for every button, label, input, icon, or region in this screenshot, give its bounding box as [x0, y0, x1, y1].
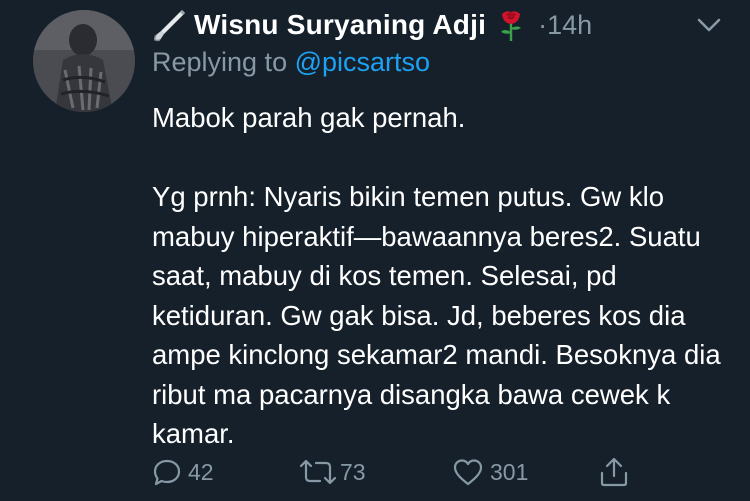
retweet-button[interactable]: 73: [298, 452, 366, 492]
retweet-count: 73: [340, 458, 366, 485]
reply-count: 42: [188, 458, 214, 485]
share-icon: [600, 457, 628, 487]
action-bar: 42 73 301: [152, 452, 742, 492]
share-button[interactable]: [598, 452, 630, 492]
tweet-header: Wisnu Suryaning Adji ·14h: [152, 2, 592, 48]
tweet-text: Mabok parah gak pernah. Yg prnh: Nyaris …: [152, 102, 721, 449]
rose-icon: [501, 11, 522, 41]
heart-icon: [453, 459, 483, 486]
retweet-icon: [299, 459, 337, 485]
avatar[interactable]: [33, 10, 135, 112]
chevron-down-icon[interactable]: [694, 12, 724, 38]
like-count: 301: [490, 458, 529, 485]
timestamp[interactable]: ·14h: [538, 10, 592, 41]
reply-button[interactable]: 42: [152, 452, 214, 492]
display-name[interactable]: Wisnu Suryaning Adji: [194, 9, 486, 41]
paintbrush-icon: [153, 10, 185, 42]
replying-prefix: Replying to: [152, 47, 288, 77]
replying-to: Replying to @picsartso: [152, 47, 430, 78]
replying-handle-link[interactable]: @picsartso: [295, 47, 430, 77]
like-button[interactable]: 301: [452, 452, 528, 492]
reply-icon: [153, 459, 181, 486]
avatar-image: [33, 10, 135, 112]
tweet[interactable]: Wisnu Suryaning Adji ·14h Replying to @p…: [0, 0, 750, 501]
